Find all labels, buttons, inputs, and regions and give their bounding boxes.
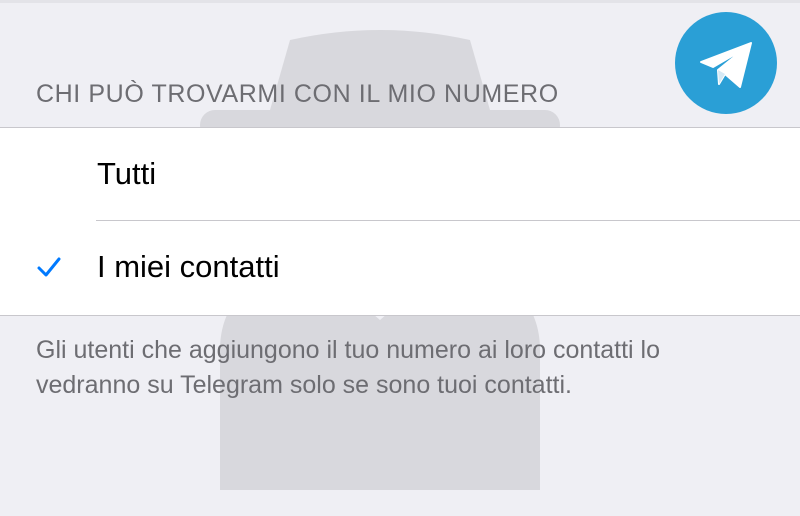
top-border — [0, 0, 800, 3]
option-my-contacts-label: I miei contatti — [97, 249, 280, 284]
checkmark-icon — [37, 257, 61, 277]
telegram-logo-icon — [675, 12, 777, 114]
option-my-contacts[interactable]: I miei contatti — [0, 221, 800, 313]
privacy-options-group: Tutti I miei contatti — [0, 127, 800, 316]
section-header: CHI PUÒ TROVARMI CON IL MIO NUMERO — [36, 80, 559, 108]
option-everybody[interactable]: Tutti — [0, 128, 800, 221]
footer-note: Gli utenti che aggiungono il tuo numero … — [36, 336, 660, 399]
option-everybody-label: Tutti — [97, 156, 157, 191]
